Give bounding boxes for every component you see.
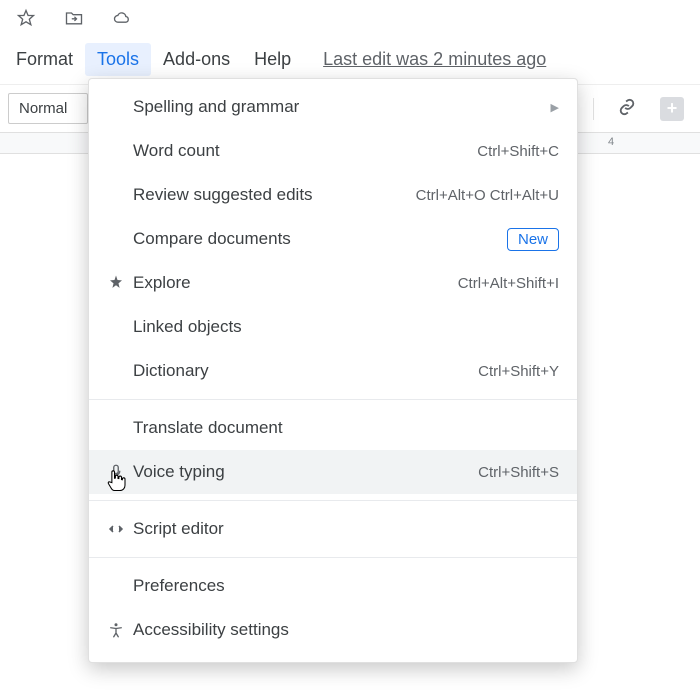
menu-item-label: Dictionary xyxy=(133,361,209,381)
menu-addons[interactable]: Add-ons xyxy=(151,43,242,76)
menubar: Format Tools Add-ons Help Last edit was … xyxy=(0,35,700,84)
menu-script-editor[interactable]: Script editor xyxy=(89,507,577,551)
menu-item-label: Linked objects xyxy=(133,317,242,337)
paragraph-style-select[interactable]: Normal xyxy=(8,93,88,124)
menu-separator xyxy=(89,557,577,558)
submenu-arrow-icon: ▶ xyxy=(551,101,559,114)
microphone-icon xyxy=(107,463,133,481)
menu-item-shortcut: Ctrl+Shift+S xyxy=(478,464,559,481)
move-folder-icon[interactable] xyxy=(64,8,84,31)
menu-item-label: Review suggested edits xyxy=(133,185,313,205)
menu-accessibility-settings[interactable]: Accessibility settings xyxy=(89,608,577,652)
menu-dictionary[interactable]: Dictionary Ctrl+Shift+Y xyxy=(89,349,577,393)
menu-explore[interactable]: Explore Ctrl+Alt+Shift+I xyxy=(89,261,577,305)
menu-item-label: Explore xyxy=(133,273,191,293)
menu-compare-documents[interactable]: Compare documents New xyxy=(89,217,577,261)
menu-item-shortcut: Ctrl+Shift+Y xyxy=(478,363,559,380)
menu-preferences[interactable]: Preferences xyxy=(89,564,577,608)
ruler-mark: 4 xyxy=(608,136,614,148)
menu-item-label: Voice typing xyxy=(133,462,225,482)
menu-review-suggested-edits[interactable]: Review suggested edits Ctrl+Alt+O Ctrl+A… xyxy=(89,173,577,217)
star-icon[interactable] xyxy=(16,8,36,31)
menu-spelling-grammar[interactable]: Spelling and grammar ▶ xyxy=(89,85,577,129)
toolbar-divider xyxy=(593,98,594,120)
menu-translate-document[interactable]: Translate document xyxy=(89,406,577,450)
menu-separator xyxy=(89,500,577,501)
script-editor-icon xyxy=(107,520,133,538)
explore-icon xyxy=(107,274,133,292)
menu-linked-objects[interactable]: Linked objects xyxy=(89,305,577,349)
menu-item-label: Spelling and grammar xyxy=(133,97,299,117)
insert-link-icon[interactable] xyxy=(616,96,638,121)
menu-item-label: Translate document xyxy=(133,418,283,438)
tools-dropdown: Spelling and grammar ▶ Word count Ctrl+S… xyxy=(88,78,578,663)
menu-item-label: Compare documents xyxy=(133,229,291,249)
menu-format[interactable]: Format xyxy=(4,43,85,76)
menu-word-count[interactable]: Word count Ctrl+Shift+C xyxy=(89,129,577,173)
menu-item-label: Accessibility settings xyxy=(133,620,289,640)
menu-item-shortcut: Ctrl+Shift+C xyxy=(477,143,559,160)
menu-item-label: Word count xyxy=(133,141,220,161)
menu-tools[interactable]: Tools xyxy=(85,43,151,76)
accessibility-icon xyxy=(107,621,133,639)
menu-help[interactable]: Help xyxy=(242,43,303,76)
menu-separator xyxy=(89,399,577,400)
menu-voice-typing[interactable]: Voice typing Ctrl+Shift+S xyxy=(89,450,577,494)
menu-item-label: Preferences xyxy=(133,576,225,596)
add-comment-icon[interactable]: + xyxy=(660,97,684,121)
menu-item-shortcut: Ctrl+Alt+O Ctrl+Alt+U xyxy=(416,187,559,204)
menu-item-label: Script editor xyxy=(133,519,224,539)
new-badge: New xyxy=(507,228,559,251)
cloud-status-icon[interactable] xyxy=(112,8,132,31)
last-edit-link[interactable]: Last edit was 2 minutes ago xyxy=(323,49,546,70)
menu-item-shortcut: Ctrl+Alt+Shift+I xyxy=(458,275,559,292)
